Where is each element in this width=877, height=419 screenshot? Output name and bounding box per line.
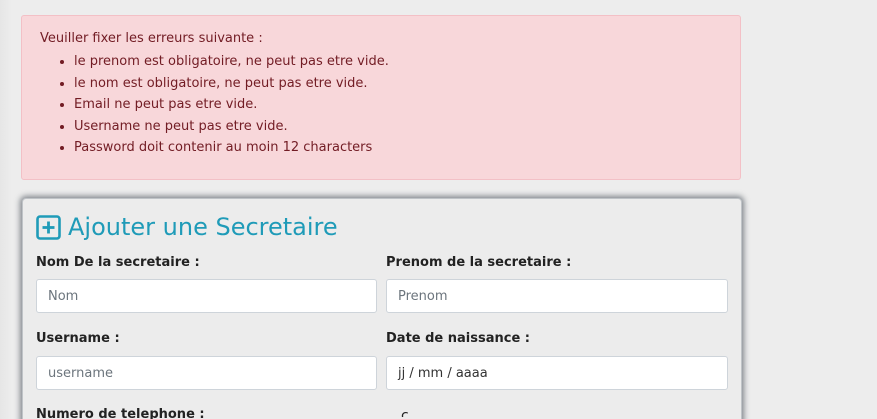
error-item-username: Username ne peut pas etre vide.: [74, 116, 722, 138]
alert-title: Veuiller fixer les erreurs suivante :: [40, 31, 263, 46]
prenom-placeholder: Prenom: [398, 288, 448, 304]
error-alert: Veuiller fixer les erreurs suivante : le…: [21, 15, 741, 180]
nom-label: Nom De la secretaire :: [36, 255, 200, 270]
add-secretaire-card: Ajouter une Secretaire Nom De la secreta…: [22, 198, 742, 419]
page: Veuiller fixer les erreurs suivante : le…: [0, 0, 877, 419]
plus-square-icon: [36, 214, 61, 240]
date-label: Date de naissance :: [386, 331, 531, 346]
error-item-prenom: le prenom est obligatoire, ne peut pas e…: [74, 51, 722, 73]
partial-icon: c: [401, 411, 409, 417]
form-title-text: Ajouter une Secretaire: [68, 213, 338, 241]
username-label: Username :: [36, 331, 120, 346]
error-list: le prenom est obligatoire, ne peut pas e…: [40, 51, 722, 159]
error-item-email: Email ne peut pas etre vide.: [74, 94, 722, 116]
username-placeholder: username: [48, 365, 113, 381]
username-input[interactable]: username: [36, 356, 377, 390]
prenom-label: Prenom de la secretaire :: [386, 255, 572, 270]
telephone-label: Numero de telephone :: [36, 407, 205, 419]
nom-input[interactable]: Nom: [36, 279, 377, 313]
nom-placeholder: Nom: [48, 288, 79, 304]
date-placeholder: jj / mm / aaaa: [398, 365, 488, 381]
error-item-password: Password doit contenir au moin 12 charac…: [74, 137, 722, 159]
form-title: Ajouter une Secretaire: [36, 213, 338, 241]
error-item-nom: le nom est obligatoire, ne peut pas etre…: [74, 73, 722, 95]
date-input[interactable]: jj / mm / aaaa: [386, 356, 728, 390]
prenom-input[interactable]: Prenom: [386, 279, 728, 313]
